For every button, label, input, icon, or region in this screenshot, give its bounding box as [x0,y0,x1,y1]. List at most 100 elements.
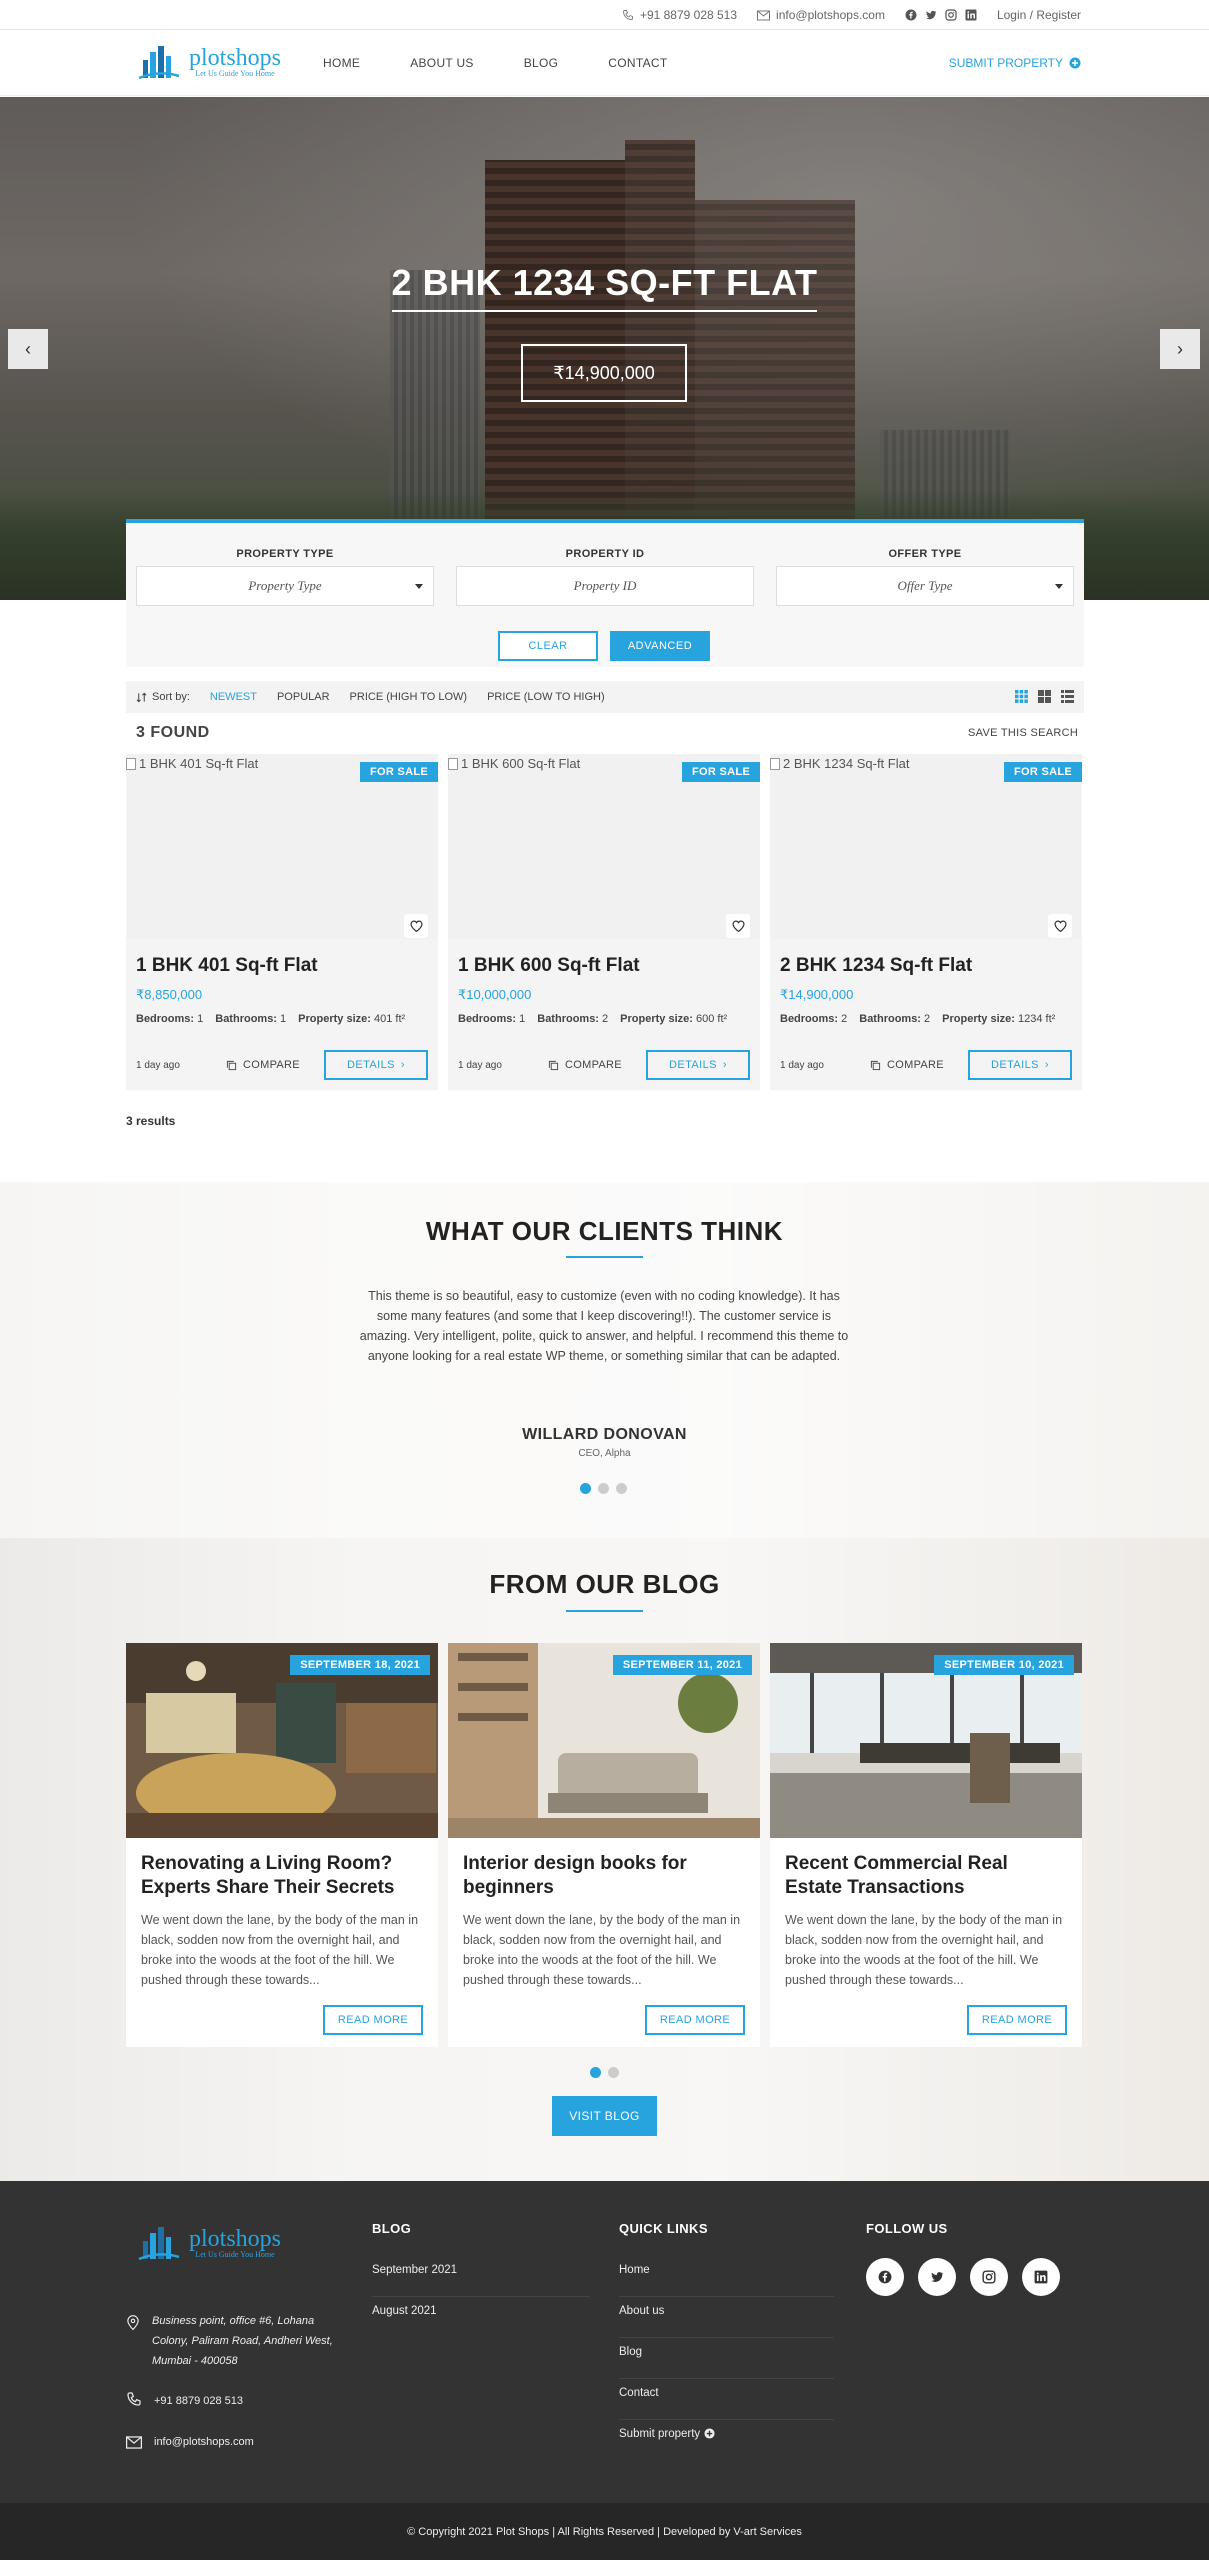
footer-link-home[interactable]: Home [619,2256,834,2297]
details-button[interactable]: DETAILS › [968,1050,1072,1080]
property-title[interactable]: 2 BHK 1234 Sq-ft Flat [780,955,1082,977]
save-search-link[interactable]: SAVE THIS SEARCH [968,727,1078,739]
view-switcher [1015,690,1074,703]
for-sale-badge: FOR SALE [359,762,438,782]
facebook-icon[interactable] [866,2258,904,2296]
submit-property-link[interactable]: SUBMIT PROPERTY [949,30,1081,96]
blog-post-image[interactable]: SEPTEMBER 18, 2021 [126,1643,438,1838]
property-title[interactable]: 1 BHK 600 Sq-ft Flat [458,955,760,977]
clear-button[interactable]: CLEAR [498,631,598,661]
post-date-badge: SEPTEMBER 18, 2021 [290,1655,430,1675]
compare-button[interactable]: COMPARE [226,1059,300,1071]
property-id-input[interactable]: Property ID [456,566,754,606]
blog-post-card[interactable]: SEPTEMBER 18, 2021 Renovating a Living R… [126,1643,438,2047]
pagination-dot[interactable] [616,1483,627,1494]
pagination-dot[interactable] [580,1483,591,1494]
hero-next-button[interactable]: › [1160,329,1200,369]
hero-prev-button[interactable]: ‹ [8,329,48,369]
plus-circle-icon [1069,57,1081,69]
property-id-group: PROPERTY ID Property ID [456,548,754,606]
pagination-dot[interactable] [608,2067,619,2078]
post-title[interactable]: Renovating a Living Room? Experts Share … [141,1852,423,1900]
read-more-button[interactable]: READ MORE [967,2005,1067,2035]
sort-by: Sort by: [136,691,190,703]
blog-post-card[interactable]: SEPTEMBER 11, 2021 Interior design books… [448,1643,760,2047]
footer-blog-link[interactable]: August 2021 [372,2297,590,2338]
read-more-button[interactable]: READ MORE [645,2005,745,2035]
results-found-count: 3 FOUND [136,724,210,741]
nav-contact[interactable]: CONTACT [608,56,667,70]
nav-blog[interactable]: BLOG [524,56,559,70]
footer-logo[interactable]: plotshops Let Us Guide You Home [137,2223,281,2263]
facebook-icon[interactable] [905,9,917,21]
site-logo[interactable]: plotshops Let Us Guide You Home [137,42,281,82]
twitter-icon[interactable] [925,9,937,21]
instagram-icon[interactable] [970,2258,1008,2296]
sort-popular[interactable]: POPULAR [277,691,330,703]
property-card[interactable]: 1 BHK 401 Sq-ft Flat FOR SALE 1 BHK 401 … [126,754,438,1090]
sort-bar: Sort by: NEWEST POPULAR PRICE (HIGH TO L… [126,681,1084,713]
grid-3-view-icon[interactable] [1015,690,1028,703]
pagination-dot[interactable] [598,1483,609,1494]
favorite-button[interactable] [404,914,428,938]
grid-2-view-icon[interactable] [1038,690,1051,703]
property-image[interactable]: 2 BHK 1234 Sq-ft Flat FOR SALE [770,754,1082,939]
property-type-select[interactable]: Property Type [136,566,434,606]
favorite-button[interactable] [1048,914,1072,938]
post-excerpt: We went down the lane, by the body of th… [141,1913,419,1987]
property-type-group: PROPERTY TYPE Property Type [136,548,434,606]
visit-blog-button[interactable]: VISIT BLOG [552,2096,657,2136]
linkedin-icon[interactable] [965,9,977,21]
blog-post-card[interactable]: SEPTEMBER 10, 2021 Recent Commercial Rea… [770,1643,1082,2047]
blog-post-image[interactable]: SEPTEMBER 11, 2021 [448,1643,760,1838]
footer-link-contact[interactable]: Contact [619,2379,834,2420]
details-button[interactable]: DETAILS › [324,1050,428,1080]
sort-newest[interactable]: NEWEST [210,691,257,703]
footer-link-blog[interactable]: Blog [619,2338,834,2379]
twitter-icon[interactable] [918,2258,956,2296]
footer-blog-link[interactable]: September 2021 [372,2256,590,2297]
site-footer: plotshops Let Us Guide You Home Business… [0,2181,1209,2503]
sort-price-high-low[interactable]: PRICE (HIGH TO LOW) [350,691,468,703]
footer-email[interactable]: info@plotshops.com [126,2432,254,2452]
linkedin-icon[interactable] [1022,2258,1060,2296]
list-view-icon[interactable] [1061,690,1074,703]
property-image[interactable]: 1 BHK 401 Sq-ft Flat FOR SALE [126,754,438,939]
pagination-dot[interactable] [590,2067,601,2078]
footer-link-about[interactable]: About us [619,2297,834,2338]
instagram-icon[interactable] [945,9,957,21]
property-card[interactable]: 1 BHK 600 Sq-ft Flat FOR SALE 1 BHK 600 … [448,754,760,1090]
topbar-phone[interactable]: +91 8879 028 513 [622,8,737,22]
offer-type-label: OFFER TYPE [888,548,962,560]
post-title[interactable]: Interior design books for beginners [463,1852,745,1900]
sort-price-low-high[interactable]: PRICE (LOW TO HIGH) [487,691,605,703]
property-title[interactable]: 1 BHK 401 Sq-ft Flat [136,955,438,977]
hero-price[interactable]: ₹14,900,000 [521,344,687,402]
nav-about-us[interactable]: ABOUT US [410,56,474,70]
property-type-label: PROPERTY TYPE [236,548,334,560]
for-sale-badge: FOR SALE [1003,762,1082,782]
footer-phone[interactable]: +91 8879 028 513 [126,2391,243,2411]
offer-type-select[interactable]: Offer Type [776,566,1074,606]
nav-home[interactable]: HOME [323,56,360,70]
compare-button[interactable]: COMPARE [870,1059,944,1071]
mail-icon [126,2436,142,2449]
footer-follow-heading: FOLLOW US [866,2221,948,2236]
footer-link-submit-property[interactable]: Submit property [619,2420,834,2461]
blog-post-image[interactable]: SEPTEMBER 10, 2021 [770,1643,1082,1838]
property-card[interactable]: 2 BHK 1234 Sq-ft Flat FOR SALE 2 BHK 123… [770,754,1082,1090]
advanced-button[interactable]: ADVANCED [610,631,710,661]
topbar-social [905,9,977,21]
post-title[interactable]: Recent Commercial Real Estate Transactio… [785,1852,1067,1900]
copyright-bar: © Copyright 2021 Plot Shops | All Rights… [0,2503,1209,2560]
read-more-button[interactable]: READ MORE [323,2005,423,2035]
compare-button[interactable]: COMPARE [548,1059,622,1071]
login-register-link[interactable]: Login / Register [997,8,1081,22]
details-button[interactable]: DETAILS › [646,1050,750,1080]
property-meta: Bedrooms: 1 Bathrooms: 1 Property size: … [136,1013,406,1025]
favorite-button[interactable] [726,914,750,938]
blog-section: FROM OUR BLOG SEPTEMBER 18, 2021 Renovat… [0,1538,1209,2181]
topbar-email[interactable]: info@plotshops.com [757,8,885,22]
plus-circle-icon [704,2428,715,2439]
property-image[interactable]: 1 BHK 600 Sq-ft Flat FOR SALE [448,754,760,939]
